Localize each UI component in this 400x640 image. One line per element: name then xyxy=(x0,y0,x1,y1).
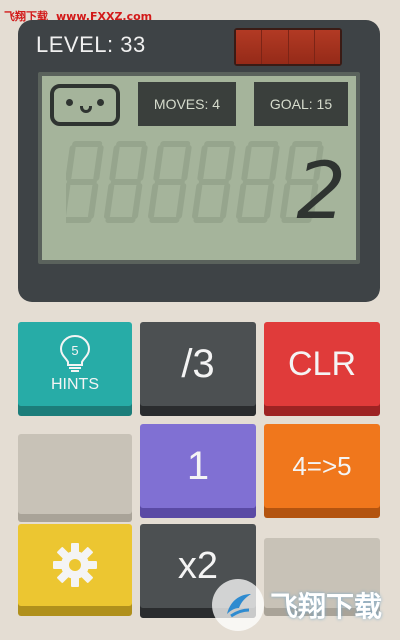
settings-button[interactable] xyxy=(18,524,132,606)
lcd-ghost-digits xyxy=(66,141,324,223)
moves-counter: MOVES: 4 xyxy=(138,82,236,126)
robot-face-icon xyxy=(50,84,120,126)
number-one-button[interactable]: 1 xyxy=(140,424,256,508)
gear-icon xyxy=(53,543,97,587)
empty-slot-button xyxy=(18,434,132,514)
level-label: LEVEL: 33 xyxy=(36,32,146,57)
clear-button[interactable]: CLR xyxy=(264,322,380,406)
convert-button[interactable]: 4=>5 xyxy=(264,424,380,508)
lightbulb-icon: 5 xyxy=(59,334,91,372)
lcd-digits: 2 xyxy=(66,141,346,228)
watermark-text: 飞翔下载 xyxy=(270,590,383,623)
watermark-bottom: 飞翔下载 xyxy=(212,574,400,636)
hints-button[interactable]: 5 HINTS xyxy=(18,322,132,406)
solar-panel xyxy=(234,28,342,66)
hints-label: HINTS xyxy=(51,376,99,393)
divide-button[interactable]: /3 xyxy=(140,322,256,406)
hints-count: 5 xyxy=(71,343,78,358)
watermark-logo-icon xyxy=(212,579,264,631)
goal-display: GOAL: 15 xyxy=(254,82,348,126)
current-value: 2 xyxy=(296,147,346,228)
